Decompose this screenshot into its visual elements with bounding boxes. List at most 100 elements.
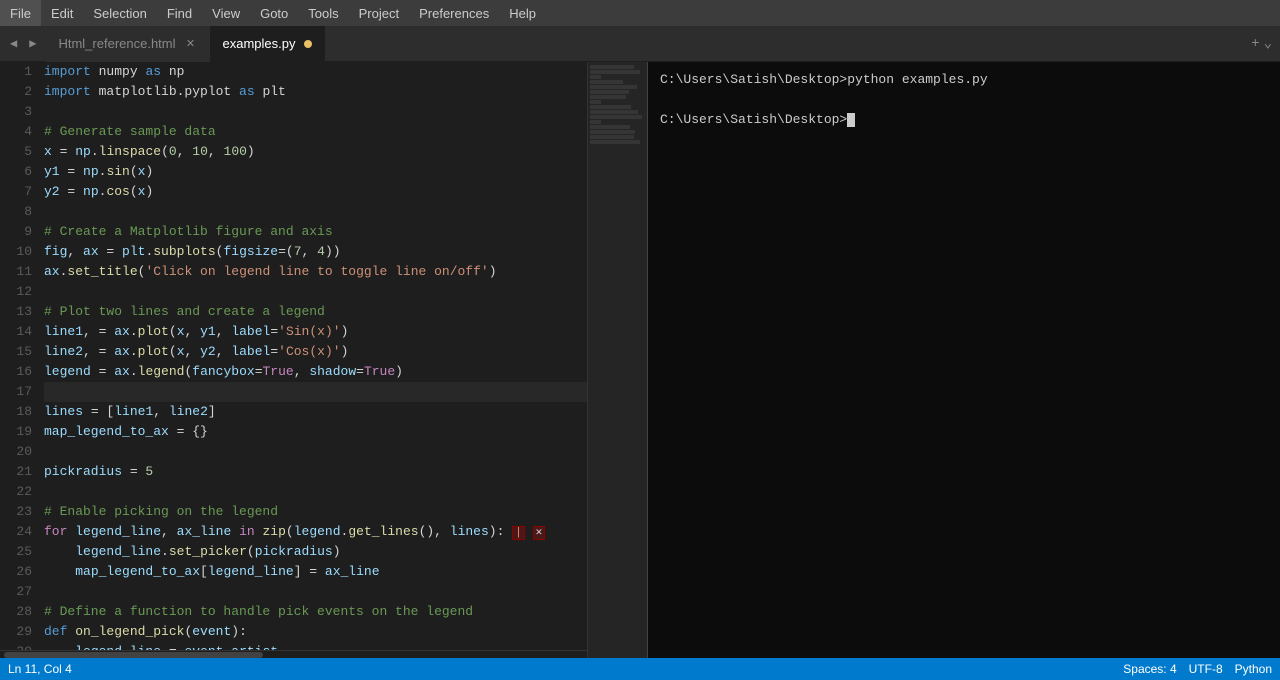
menu-bar: File Edit Selection Find View Goto Tools… — [0, 0, 1280, 26]
menu-goto[interactable]: Goto — [250, 0, 298, 26]
line-numbers: 1234567891011121314151617181920212223242… — [0, 62, 44, 650]
terminal-panel[interactable]: C:\Users\Satish\Desktop>python examples.… — [648, 62, 1280, 658]
menu-file[interactable]: File — [0, 0, 41, 26]
line-num-24: 24 — [8, 522, 32, 542]
code-line-21[interactable]: pickradius = 5 — [44, 462, 643, 482]
terminal-line-3: C:\Users\Satish\Desktop> — [660, 110, 1268, 130]
code-content[interactable]: import numpy as npimport matplotlib.pypl… — [44, 62, 647, 650]
status-ln-col: Ln 11, Col 4 — [8, 662, 72, 676]
tab-actions: + ⌄ — [1243, 35, 1280, 52]
code-line-24[interactable]: for legend_line, ax_line in zip(legend.g… — [44, 522, 643, 542]
menu-help[interactable]: Help — [499, 0, 546, 26]
status-right: Spaces: 4 UTF-8 Python — [1123, 662, 1272, 676]
scroll-thumb[interactable] — [4, 652, 263, 658]
code-line-19[interactable]: map_legend_to_ax = {} — [44, 422, 643, 442]
status-language: Python — [1235, 662, 1272, 676]
line-num-30: 30 — [8, 642, 32, 650]
main-area: 1234567891011121314151617181920212223242… — [0, 62, 1280, 658]
editor-panel: 1234567891011121314151617181920212223242… — [0, 62, 648, 658]
editor-scrollbar[interactable] — [0, 650, 647, 658]
line-num-15: 15 — [8, 342, 32, 362]
code-line-9[interactable]: # Create a Matplotlib figure and axis — [44, 222, 643, 242]
code-line-15[interactable]: line2, = ax.plot(x, y2, label='Cos(x)') — [44, 342, 643, 362]
line-num-20: 20 — [8, 442, 32, 462]
code-line-8[interactable] — [44, 202, 643, 222]
status-spaces: Spaces: 4 — [1123, 662, 1176, 676]
line-num-9: 9 — [8, 222, 32, 242]
line-num-19: 19 — [8, 422, 32, 442]
code-line-23[interactable]: # Enable picking on the legend — [44, 502, 643, 522]
code-line-12[interactable] — [44, 282, 643, 302]
menu-view[interactable]: View — [202, 0, 250, 26]
terminal-content: C:\Users\Satish\Desktop>python examples.… — [648, 62, 1280, 658]
line-num-2: 2 — [8, 82, 32, 102]
menu-preferences[interactable]: Preferences — [409, 0, 499, 26]
code-line-1[interactable]: import numpy as np — [44, 62, 643, 82]
menu-selection[interactable]: Selection — [83, 0, 156, 26]
line-num-8: 8 — [8, 202, 32, 222]
code-line-11[interactable]: ax.set_title('Click on legend line to to… — [44, 262, 643, 282]
line-num-12: 12 — [8, 282, 32, 302]
tab-html-label: Html_reference.html — [58, 36, 175, 51]
code-line-30[interactable]: legend_line = event.artist — [44, 642, 643, 650]
tab-modified-dot — [304, 40, 312, 48]
menu-edit[interactable]: Edit — [41, 0, 83, 26]
tab-examples-py[interactable]: examples.py — [211, 26, 325, 62]
line-num-10: 10 — [8, 242, 32, 262]
code-line-25[interactable]: legend_line.set_picker(pickradius) — [44, 542, 643, 562]
code-line-3[interactable] — [44, 102, 643, 122]
line-num-23: 23 — [8, 502, 32, 522]
code-line-7[interactable]: y2 = np.cos(x) — [44, 182, 643, 202]
code-line-5[interactable]: x = np.linspace(0, 10, 100) — [44, 142, 643, 162]
code-line-17[interactable] — [44, 382, 643, 402]
line-num-29: 29 — [8, 622, 32, 642]
status-encoding: UTF-8 — [1189, 662, 1223, 676]
code-line-2[interactable]: import matplotlib.pyplot as plt — [44, 82, 643, 102]
code-line-4[interactable]: # Generate sample data — [44, 122, 643, 142]
code-line-29[interactable]: def on_legend_pick(event): — [44, 622, 643, 642]
line-num-11: 11 — [8, 262, 32, 282]
line-num-13: 13 — [8, 302, 32, 322]
code-line-18[interactable]: lines = [line1, line2] — [44, 402, 643, 422]
line-num-25: 25 — [8, 542, 32, 562]
terminal-line-1: C:\Users\Satish\Desktop>python examples.… — [660, 70, 1268, 90]
tab-html-close[interactable]: ✕ — [184, 37, 198, 51]
code-line-22[interactable] — [44, 482, 643, 502]
line-num-17: 17 — [8, 382, 32, 402]
menu-find[interactable]: Find — [157, 0, 202, 26]
line-num-4: 4 — [8, 122, 32, 142]
code-line-26[interactable]: map_legend_to_ax[legend_line] = ax_line — [44, 562, 643, 582]
code-line-14[interactable]: line1, = ax.plot(x, y1, label='Sin(x)') — [44, 322, 643, 342]
line-num-28: 28 — [8, 602, 32, 622]
code-line-20[interactable] — [44, 442, 643, 462]
line-num-22: 22 — [8, 482, 32, 502]
tab-nav-back[interactable]: ◀ ▶ — [0, 34, 46, 53]
code-line-10[interactable]: fig, ax = plt.subplots(figsize=(7, 4)) — [44, 242, 643, 262]
line-num-16: 16 — [8, 362, 32, 382]
line-num-7: 7 — [8, 182, 32, 202]
code-line-27[interactable] — [44, 582, 643, 602]
tab-forward-icon[interactable]: ▶ — [25, 34, 40, 53]
line-num-6: 6 — [8, 162, 32, 182]
code-line-28[interactable]: # Define a function to handle pick event… — [44, 602, 643, 622]
terminal-cursor — [847, 113, 855, 127]
line-num-3: 3 — [8, 102, 32, 122]
terminal-line-2 — [660, 90, 1268, 110]
code-line-16[interactable]: legend = ax.legend(fancybox=True, shadow… — [44, 362, 643, 382]
tab-html-reference[interactable]: Html_reference.html ✕ — [46, 26, 210, 62]
tab-py-label: examples.py — [223, 36, 296, 51]
line-num-26: 26 — [8, 562, 32, 582]
line-num-1: 1 — [8, 62, 32, 82]
code-area[interactable]: 1234567891011121314151617181920212223242… — [0, 62, 647, 650]
line-num-21: 21 — [8, 462, 32, 482]
code-line-6[interactable]: y1 = np.sin(x) — [44, 162, 643, 182]
code-line-13[interactable]: # Plot two lines and create a legend — [44, 302, 643, 322]
line-num-27: 27 — [8, 582, 32, 602]
line-num-14: 14 — [8, 322, 32, 342]
split-editor-icon[interactable]: + — [1251, 36, 1259, 52]
tab-overflow-icon[interactable]: ⌄ — [1264, 35, 1272, 52]
menu-tools[interactable]: Tools — [298, 0, 348, 26]
tab-back-icon[interactable]: ◀ — [6, 34, 21, 53]
status-bar: Ln 11, Col 4 Spaces: 4 UTF-8 Python — [0, 658, 1280, 680]
menu-project[interactable]: Project — [349, 0, 409, 26]
